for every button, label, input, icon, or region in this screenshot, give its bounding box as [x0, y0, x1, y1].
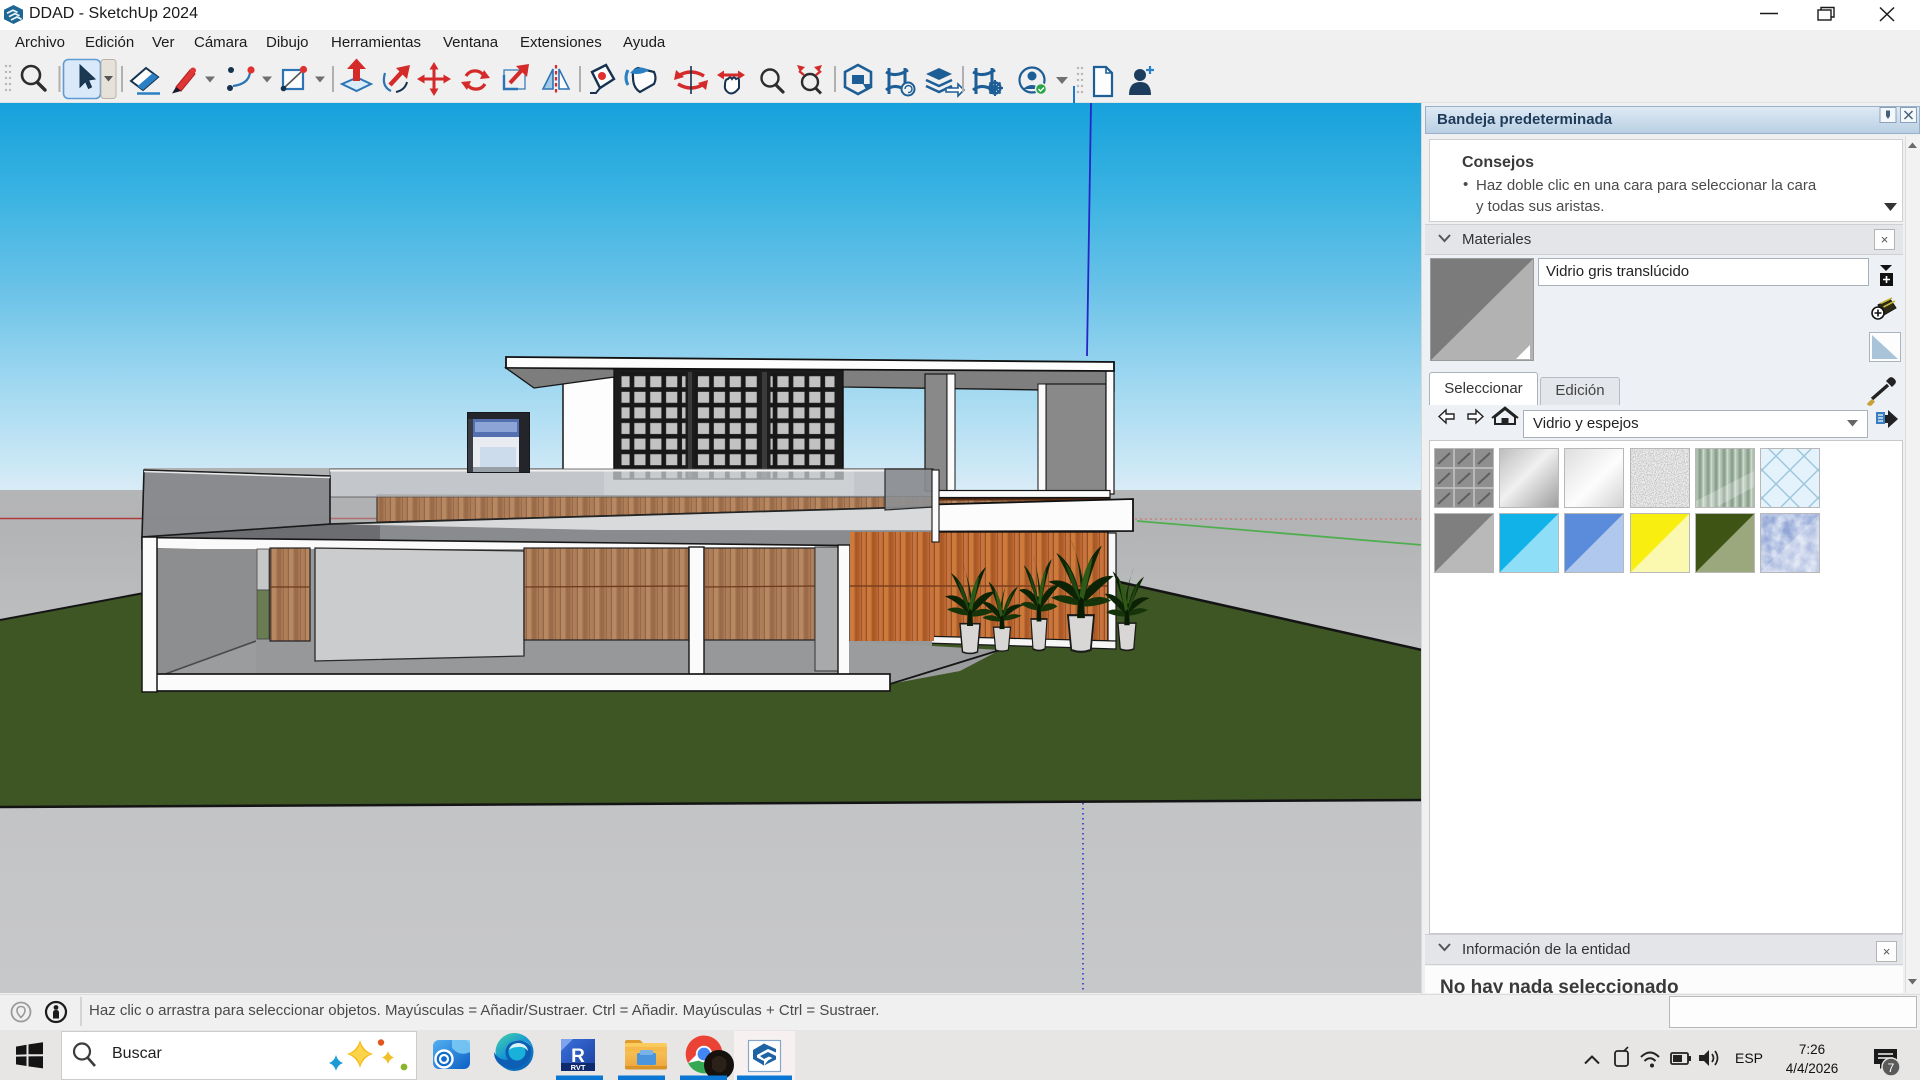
svg-text:RVT: RVT: [571, 1063, 586, 1072]
svg-text:4/4/2026: 4/4/2026: [1786, 1061, 1839, 1076]
svg-text:7:26: 7:26: [1799, 1042, 1825, 1057]
svg-text:ESP: ESP: [1735, 1050, 1763, 1066]
svg-text:7: 7: [1888, 1061, 1895, 1075]
